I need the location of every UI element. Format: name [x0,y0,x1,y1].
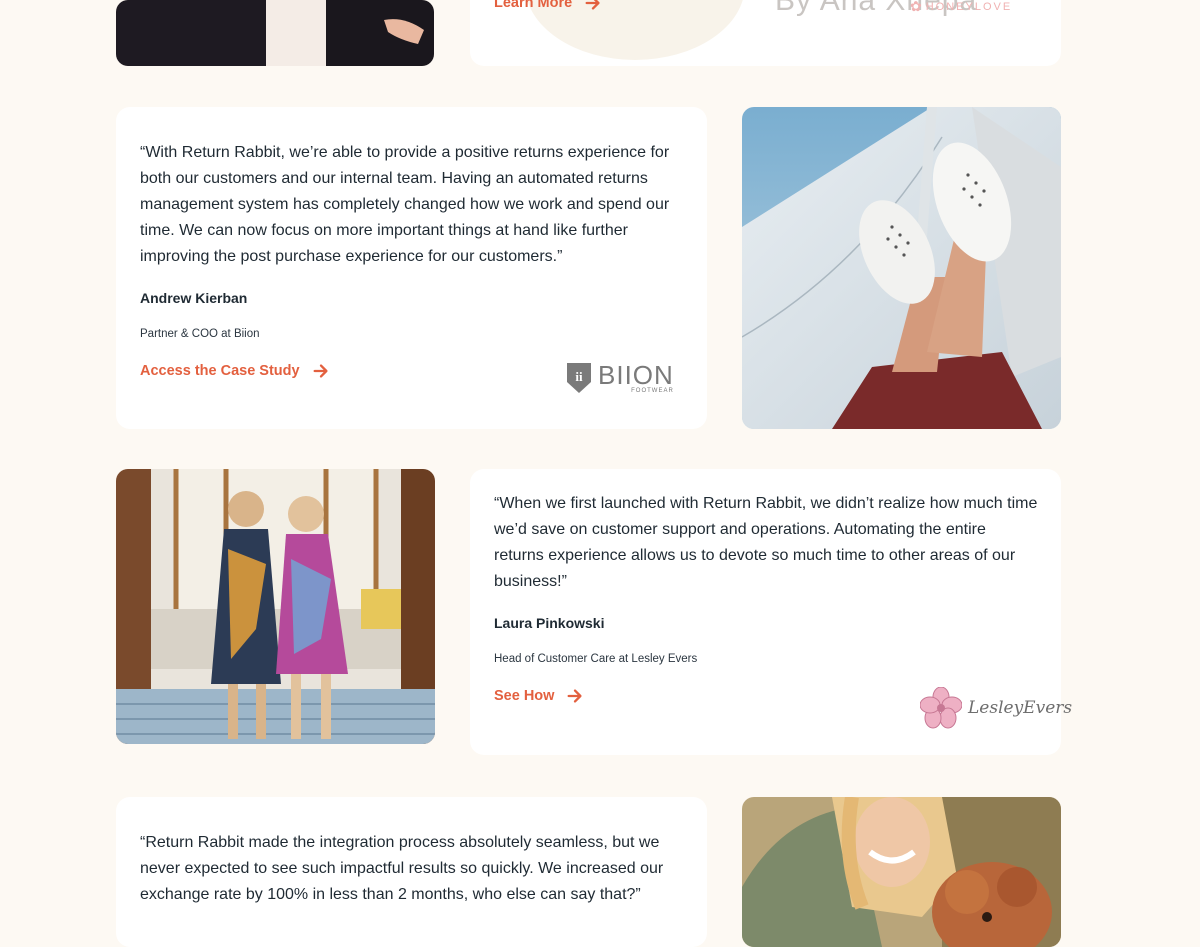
photo-woman-with-dog [742,797,1061,947]
testimonial-card-third: “Return Rabbit made the integration proc… [116,797,707,947]
testimonial-card-lesley-evers: “When we first launched with Return Rabb… [470,469,1072,755]
access-case-study-link[interactable]: Access the Case Study [140,362,330,380]
learn-more-label: Learn More [494,0,573,11]
testimonial-quote: “With Return Rabbit, we’re able to provi… [140,144,670,265]
learn-more-link[interactable]: Learn More [494,0,602,12]
top-partial-card: Learn More By Ana Xhepa ✿ HONEYLOVE [470,0,1061,66]
photo-shoes-sailboat [742,107,1061,429]
arrow-right-icon [567,689,583,703]
honeylove-logo-text: HONEYLOVE [925,0,1013,13]
testimonial-author-role: Head of Customer Care at Lesley Evers [494,653,698,665]
photo-two-women-dresses [116,469,435,744]
lesley-evers-logo: LesleyEvers [920,687,1072,729]
see-how-label: See How [494,688,555,704]
testimonial-author: Laura Pinkowski [494,615,605,631]
biion-shield-icon: ii [567,363,591,393]
testimonial-quote: “When we first launched with Return Rabb… [494,495,1038,590]
testimonial-author: Andrew Kierban [140,290,248,306]
see-how-link[interactable]: See How [494,687,584,705]
svg-text:ii: ii [575,369,583,384]
biion-logo-text: BIION [598,360,674,390]
arrow-right-icon [313,364,328,378]
hibiscus-flower-icon [920,687,962,729]
biion-logo: ii BIION FOOTWEAR [566,362,674,394]
testimonial-author-role: Partner & COO at Biion [140,328,260,340]
testimonial-card-biion: “With Return Rabbit, we’re able to provi… [116,107,707,429]
photo-top-partial [116,0,434,66]
flower-icon: ✿ [910,0,922,14]
biion-logo-subtext: FOOTWEAR [631,388,674,394]
testimonial-quote: “Return Rabbit made the integration proc… [140,834,664,903]
access-case-study-label: Access the Case Study [140,363,300,379]
arrow-right-icon [585,0,600,10]
lesley-evers-logo-text: LesleyEvers [968,698,1073,718]
honeylove-logo: ✿ HONEYLOVE [910,0,1012,15]
